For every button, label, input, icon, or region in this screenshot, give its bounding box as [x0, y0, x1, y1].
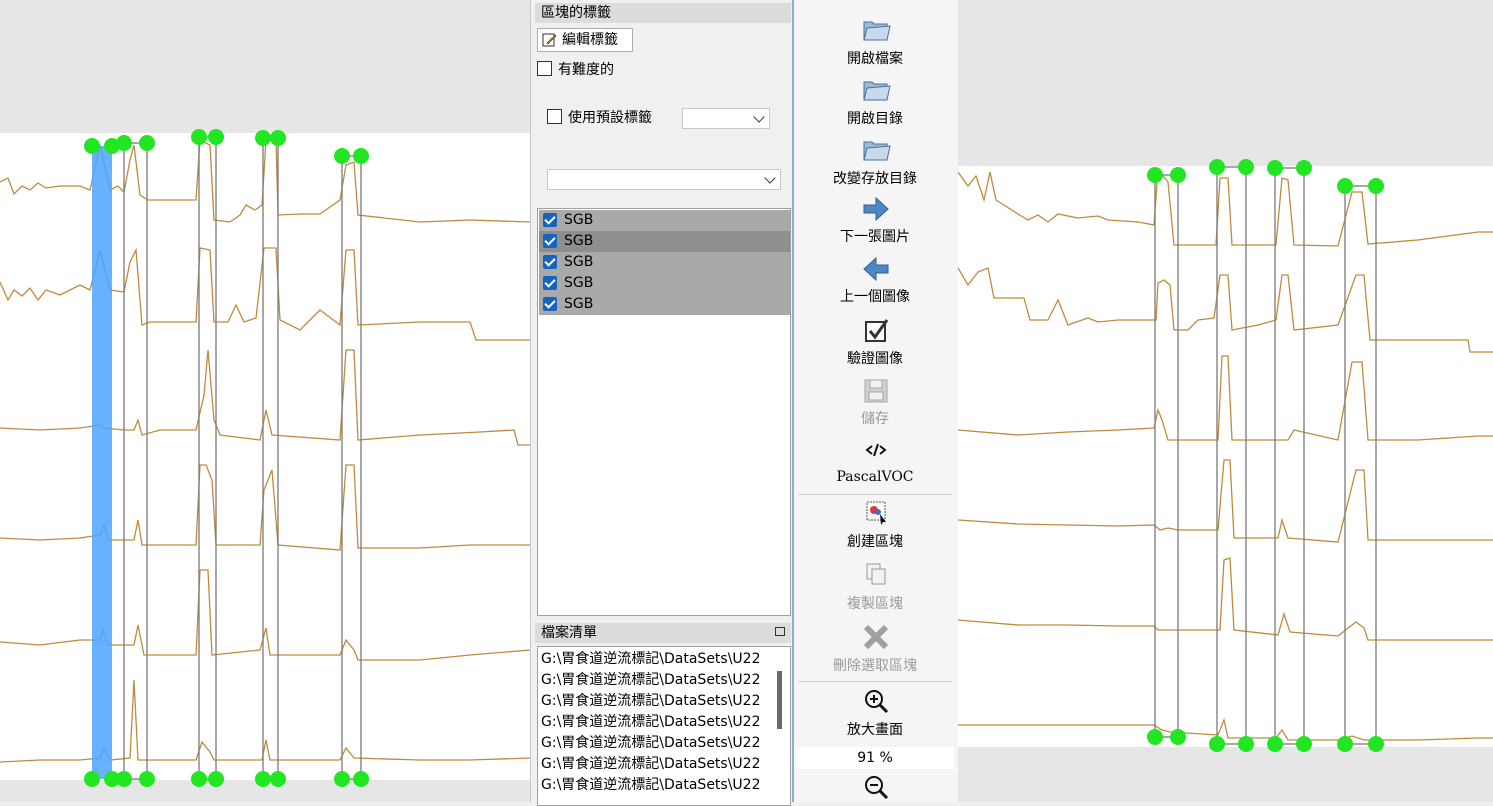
open-file-label: 開啟檔案 — [847, 51, 903, 67]
box-labels-title: 區塊的標籤 — [535, 3, 791, 23]
use-default-label-text: 使用預設標籤 — [568, 110, 652, 126]
difficult-checkbox-box[interactable] — [537, 61, 552, 76]
label-list[interactable]: SGB SGB SGB SGB SGB — [537, 208, 791, 616]
arrow-left-icon — [863, 256, 889, 282]
label-list-item[interactable]: SGB — [539, 210, 790, 231]
prev-image-button[interactable]: 上一個圖像 — [794, 254, 956, 308]
difficult-checkbox[interactable]: 有難度的 — [537, 61, 614, 79]
image-area — [958, 166, 1493, 747]
zoom-out-button[interactable] — [794, 772, 956, 802]
edit-label-button[interactable]: 編輯標籤 — [537, 28, 633, 52]
prev-image-label: 上一個圖像 — [840, 289, 910, 305]
delete-box-label: 刪除選取區塊 — [833, 658, 917, 674]
chevron-down-icon — [753, 111, 765, 123]
save-button[interactable]: 儲存 — [794, 376, 956, 430]
box-labels-panel: 區塊的標籤 編輯標籤 有難度的 使用預設標籤 SGB SGB SGB SGB S… — [530, 0, 793, 620]
label-list-item[interactable]: SGB — [539, 231, 790, 252]
duplicate-icon — [866, 563, 886, 585]
label-item-text: SGB — [564, 296, 594, 312]
checkbox-checked-icon — [865, 319, 889, 342]
use-default-label-checkbox-box[interactable] — [547, 109, 562, 124]
label-list-item[interactable]: SGB — [539, 252, 790, 273]
edit-icon — [542, 33, 557, 47]
change-save-dir-label: 改變存放目錄 — [833, 171, 917, 187]
verify-image-label: 驗證圖像 — [847, 351, 903, 367]
left-image-canvas[interactable] — [0, 0, 530, 802]
file-list-scrollbar[interactable] — [777, 671, 782, 729]
open-dir-label: 開啟目錄 — [847, 111, 903, 127]
file-list-item[interactable]: G:\胃食道逆流標記\DataSets\U22 — [541, 754, 761, 775]
file-list-panel: 檔案清單 G:\胃食道逆流標記\DataSets\U22 G:\胃食道逆流標記\… — [530, 620, 793, 806]
create-box-label: 創建區塊 — [847, 534, 903, 550]
verify-image-button[interactable]: 驗證圖像 — [794, 316, 956, 370]
delete-box-button[interactable]: 刪除選取區塊 — [794, 622, 956, 676]
chevron-down-icon — [764, 172, 776, 184]
edit-label-text: 編輯標籤 — [562, 32, 618, 48]
next-image-label: 下一張圖片 — [840, 229, 910, 245]
label-list-item[interactable]: SGB — [539, 273, 790, 294]
code-icon — [865, 443, 887, 457]
zoom-in-icon — [865, 690, 889, 714]
zoom-out-icon — [865, 776, 889, 800]
label-item-text: SGB — [564, 212, 594, 228]
arrow-right-icon — [863, 196, 889, 222]
label-filter-combobox[interactable] — [547, 169, 781, 190]
folder-icon — [863, 21, 891, 41]
duplicate-box-button[interactable]: 複製區塊 — [794, 560, 956, 614]
file-list-item[interactable]: G:\胃食道逆流標記\DataSets\U22 — [541, 670, 761, 691]
zoom-in-label: 放大畫面 — [847, 722, 903, 738]
image-area — [0, 133, 530, 780]
main-toolbar: 開啟檔案 開啟目錄 改變存放目錄 下一張圖片 上一個圖像 驗證圖像 儲存 Pas… — [792, 0, 958, 802]
next-image-button[interactable]: 下一張圖片 — [794, 194, 956, 248]
use-default-label-checkbox[interactable]: 使用預設標籤 — [547, 109, 652, 127]
file-list-title: 檔案清單 — [535, 623, 791, 643]
floppy-disk-icon — [864, 379, 888, 403]
open-dir-button[interactable]: 開啟目錄 — [794, 74, 956, 128]
folder-icon — [863, 141, 891, 161]
open-file-button[interactable]: 開啟檔案 — [794, 14, 956, 68]
right-image-svg[interactable] — [958, 0, 1493, 802]
file-list-item[interactable]: G:\胃食道逆流標記\DataSets\U22 — [541, 775, 761, 796]
label-item-checkbox[interactable] — [543, 234, 557, 248]
format-toggle-button[interactable]: PascalVOC — [794, 436, 956, 490]
right-image-canvas[interactable] — [958, 0, 1493, 802]
change-save-dir-button[interactable]: 改變存放目錄 — [794, 134, 956, 188]
left-image-svg[interactable] — [0, 0, 530, 802]
toolbar-separator — [798, 681, 952, 682]
zoom-level-spinbox[interactable]: 91 % — [796, 747, 954, 769]
label-item-checkbox[interactable] — [543, 297, 557, 311]
file-list-item[interactable]: G:\胃食道逆流標記\DataSets\U22 — [541, 649, 761, 670]
label-item-checkbox[interactable] — [543, 276, 557, 290]
file-list-item[interactable]: G:\胃食道逆流標記\DataSets\U22 — [541, 691, 761, 712]
zoom-in-button[interactable]: 放大畫面 — [794, 686, 956, 740]
default-label-combobox[interactable] — [682, 108, 770, 129]
file-list-item[interactable]: G:\胃食道逆流標記\DataSets\U22 — [541, 712, 761, 733]
selected-bounding-box[interactable] — [92, 146, 112, 779]
difficult-checkbox-label: 有難度的 — [558, 62, 614, 78]
folder-icon — [863, 81, 891, 101]
save-label: 儲存 — [861, 411, 889, 427]
toolbar-separator — [798, 494, 952, 495]
create-box-icon — [866, 501, 886, 525]
file-list[interactable]: G:\胃食道逆流標記\DataSets\U22 G:\胃食道逆流標記\DataS… — [537, 646, 791, 806]
label-item-checkbox[interactable] — [543, 255, 557, 269]
label-list-item[interactable]: SGB — [539, 294, 790, 315]
create-box-button[interactable]: 創建區塊 — [794, 498, 956, 552]
format-label: PascalVOC — [836, 469, 914, 485]
label-item-checkbox[interactable] — [543, 213, 557, 227]
restore-window-icon[interactable] — [775, 627, 785, 636]
label-item-text: SGB — [564, 254, 594, 270]
label-item-text: SGB — [564, 275, 594, 291]
file-list-item[interactable]: G:\胃食道逆流標記\DataSets\U22 — [541, 733, 761, 754]
delete-x-icon — [863, 624, 889, 650]
label-item-text: SGB — [564, 233, 594, 249]
duplicate-box-label: 複製區塊 — [847, 596, 903, 612]
